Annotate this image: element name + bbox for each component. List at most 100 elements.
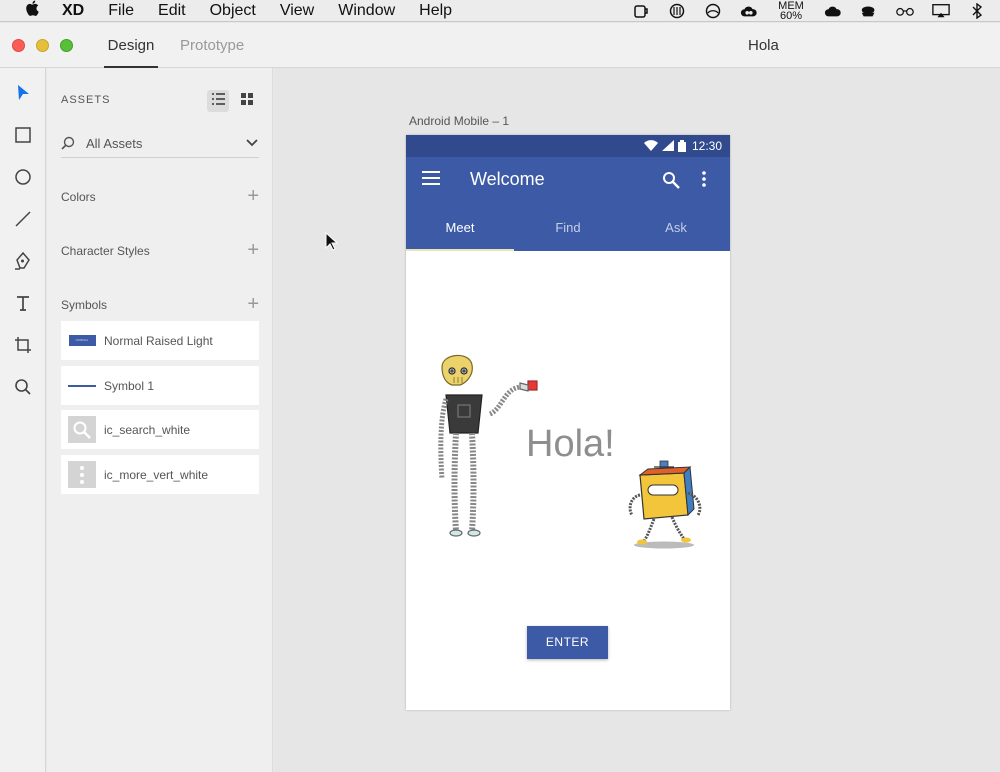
tab-prototype[interactable]: Prototype (180, 23, 244, 68)
list-view-icon (211, 92, 225, 110)
menu-edit[interactable]: Edit (158, 2, 186, 20)
grid-view-icon (241, 92, 253, 110)
tab-ask[interactable]: Ask (622, 205, 730, 251)
hamburger-menu-icon[interactable] (422, 171, 440, 190)
airplay-icon[interactable] (932, 3, 950, 19)
magnifier-icon (14, 378, 32, 401)
apple-menu-icon[interactable] (22, 0, 42, 21)
app-menu[interactable]: XD (62, 2, 84, 20)
tab-find[interactable]: Find (514, 205, 622, 251)
asset-filter-dropdown[interactable]: All Assets (61, 132, 259, 158)
app-bar-title: Welcome (470, 169, 545, 189)
search-icon (61, 136, 75, 155)
window-titlebar: Design Prototype Hola (0, 23, 1000, 68)
menu-window[interactable]: Window (338, 2, 395, 20)
mouse-cursor-icon (325, 232, 339, 251)
memory-indicator[interactable]: MEM 60% (776, 1, 806, 22)
rectangle-icon (14, 126, 32, 149)
section-colors: Colors + (61, 185, 259, 210)
section-character-styles: Character Styles + (61, 239, 259, 264)
section-colors-label: Colors (61, 190, 96, 204)
tab-design[interactable]: Design (104, 23, 158, 68)
tab-meet[interactable]: Meet (406, 205, 514, 251)
status-area: MEM 60% (632, 0, 986, 22)
creative-cloud-icon[interactable] (740, 3, 758, 19)
list-view-button[interactable] (207, 90, 229, 112)
symbol-name: ic_more_vert_white (104, 468, 209, 482)
more-vert-icon[interactable] (702, 171, 706, 192)
text-tool[interactable] (0, 290, 46, 320)
button-thumb-icon: NORMAL (68, 327, 96, 354)
status-time: 12:30 (691, 139, 722, 153)
symbol-item[interactable]: ic_search_white (61, 410, 259, 449)
search-icon (68, 416, 96, 443)
menu-object[interactable]: Object (210, 2, 256, 20)
signal-icon (662, 140, 674, 155)
assets-panel: ASSETS All Assets Colors + Character Sty… (47, 68, 273, 772)
rectangle-tool[interactable] (0, 122, 46, 152)
assets-title: ASSETS (61, 94, 111, 106)
menu-bar: XD File Edit Object View Window Help MEM… (0, 0, 1000, 22)
grid-view-button[interactable] (236, 90, 258, 112)
pointer-icon (16, 84, 30, 107)
line-tool[interactable] (0, 206, 46, 236)
glasses-icon[interactable] (896, 3, 914, 19)
cpu-circle-icon[interactable] (668, 3, 686, 19)
mem-value: 60% (779, 10, 803, 22)
disk-icon[interactable] (704, 3, 722, 19)
battery-icon (678, 140, 686, 155)
tab-bar: Meet Find Ask (406, 205, 730, 251)
text-t-icon (14, 294, 32, 317)
chevron-down-icon (245, 136, 259, 155)
menu-file[interactable]: File (108, 2, 134, 20)
ellipse-tool[interactable] (0, 164, 46, 194)
pen-tool[interactable] (0, 248, 46, 278)
close-window-button[interactable] (12, 39, 25, 52)
line-thumb-icon (68, 372, 96, 399)
pen-icon (14, 251, 32, 275)
menu-view[interactable]: View (280, 2, 314, 20)
app-bar: Welcome (406, 157, 730, 205)
tool-bar (0, 68, 46, 772)
ellipse-icon (14, 168, 32, 191)
line-icon (14, 210, 32, 233)
symbol-item[interactable]: Symbol 1 (61, 366, 259, 405)
artboard-icon (14, 336, 32, 359)
tab-indicator (406, 249, 514, 251)
symbol-name: Normal Raised Light (104, 334, 213, 348)
android-status-bar: 12:30 (406, 135, 730, 157)
section-symbols-label: Symbols (61, 298, 108, 312)
add-symbol-button[interactable]: + (247, 293, 259, 316)
symbol-item[interactable]: ic_more_vert_white (61, 455, 259, 494)
bluetooth-icon[interactable] (968, 3, 986, 19)
document-title: Hola (748, 37, 779, 54)
search-icon[interactable] (662, 171, 680, 194)
zoom-tool[interactable] (0, 374, 46, 404)
more-vert-icon (68, 461, 96, 488)
artboard-android-mobile[interactable]: 12:30 Welcome Meet Find Ask Hola! ENTER (406, 135, 730, 710)
symbol-name: Symbol 1 (104, 379, 155, 393)
coffee-icon[interactable] (860, 3, 878, 19)
menu-help[interactable]: Help (419, 2, 452, 20)
section-symbols: Symbols + (61, 293, 259, 318)
cloud-icon[interactable] (824, 3, 842, 19)
cup-icon[interactable] (632, 3, 650, 19)
box-robot-illustration (628, 460, 702, 549)
artboard-tool[interactable] (0, 332, 46, 362)
wifi-icon (644, 140, 658, 155)
enter-button[interactable]: ENTER (527, 626, 608, 659)
zoom-window-button[interactable] (60, 39, 73, 52)
section-character-styles-label: Character Styles (61, 244, 150, 258)
status-icons (644, 140, 686, 155)
add-character-style-button[interactable]: + (247, 239, 259, 262)
button-thumb-text: NORMAL (68, 335, 96, 346)
asset-filter-label: All Assets (86, 136, 143, 151)
design-canvas[interactable]: Android Mobile – 1 12:30 Welcome Meet Fi… (274, 68, 1000, 772)
greeting-text: Hola! (526, 423, 615, 465)
symbol-item[interactable]: NORMAL Normal Raised Light (61, 321, 259, 360)
minimize-window-button[interactable] (36, 39, 49, 52)
symbol-name: ic_search_white (104, 423, 191, 437)
select-tool[interactable] (0, 80, 46, 110)
add-color-button[interactable]: + (247, 185, 259, 208)
artboard-label[interactable]: Android Mobile – 1 (409, 114, 509, 128)
